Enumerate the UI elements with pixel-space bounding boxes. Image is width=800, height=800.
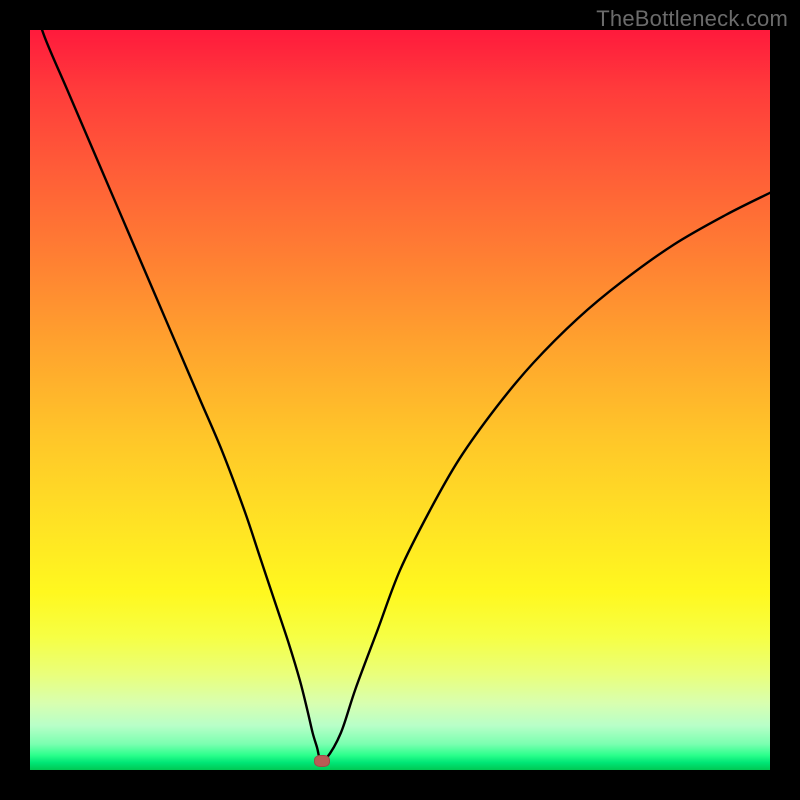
bottleneck-curve — [30, 30, 770, 770]
watermark-text: TheBottleneck.com — [596, 6, 788, 32]
chart-frame: TheBottleneck.com — [0, 0, 800, 800]
minimum-marker — [314, 755, 330, 767]
plot-area — [30, 30, 770, 770]
